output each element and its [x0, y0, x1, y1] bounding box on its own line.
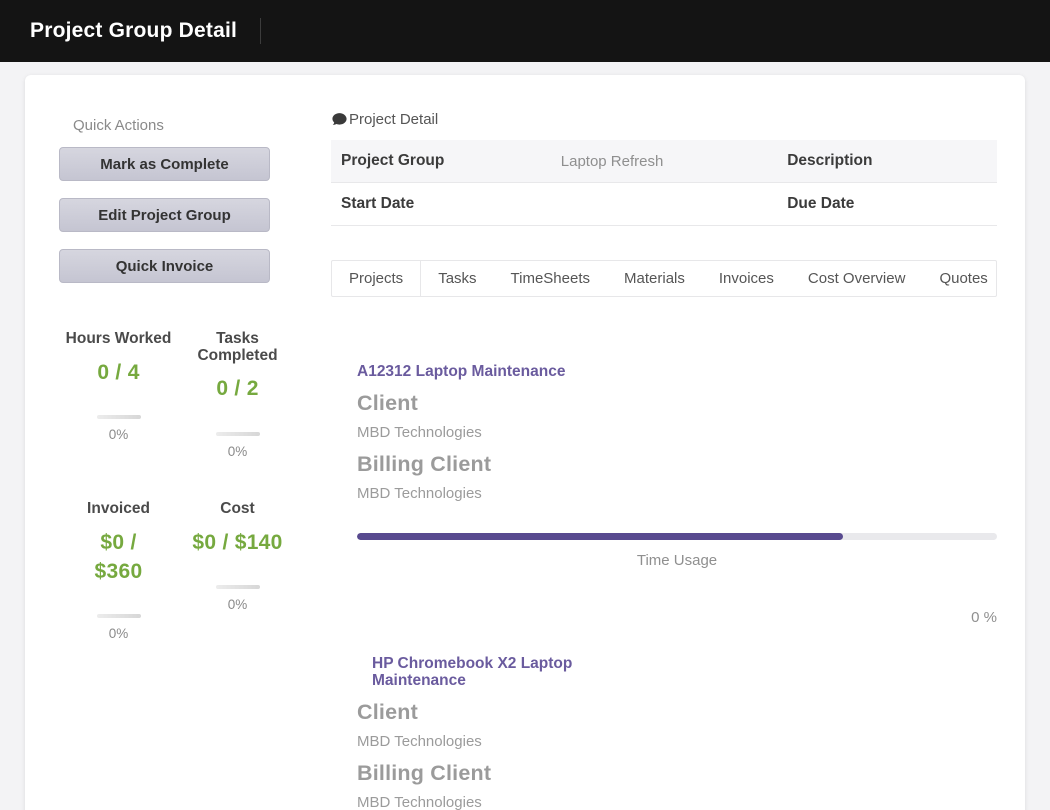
stats-grid: Hours Worked 0 / 4 0% Tasks Completed 0 … — [59, 331, 297, 641]
project-link[interactable]: A12312 Laptop Maintenance — [357, 363, 607, 380]
comment-icon — [331, 111, 348, 128]
stat-label: Hours Worked — [59, 331, 178, 348]
project-card: HP Chromebook X2 Laptop Maintenance Clie… — [357, 655, 997, 810]
client-name: MBD Technologies — [357, 424, 997, 441]
top-bar: Project Group Detail — [0, 0, 1050, 62]
progress-track — [97, 415, 141, 419]
stat-percent: 0% — [178, 444, 297, 459]
billing-client-name: MBD Technologies — [357, 794, 997, 810]
start-date-label: Start Date — [331, 183, 551, 226]
info-row-1: Project Group Laptop Refresh Description — [331, 140, 997, 183]
quick-actions-sidebar: Quick Actions Mark as Complete Edit Proj… — [25, 75, 305, 810]
tab-materials[interactable]: Materials — [607, 261, 702, 296]
tab-projects[interactable]: Projects — [332, 261, 421, 296]
quick-invoice-button[interactable]: Quick Invoice — [59, 249, 270, 283]
stat-label: Invoiced — [59, 501, 178, 518]
project-group-label: Project Group — [331, 140, 551, 183]
tab-tasks[interactable]: Tasks — [421, 261, 493, 296]
stat-invoiced: Invoiced $0 / $360 0% — [59, 501, 178, 642]
time-usage-bar — [357, 533, 997, 540]
title-divider — [260, 18, 261, 44]
client-heading: Client — [357, 391, 997, 416]
client-name: MBD Technologies — [357, 733, 997, 750]
start-date-value — [551, 183, 777, 226]
stat-percent: 0% — [178, 597, 297, 612]
progress-track — [216, 432, 260, 436]
main-card: Quick Actions Mark as Complete Edit Proj… — [25, 75, 1025, 810]
stat-label: Cost — [178, 501, 297, 518]
stat-label: Tasks Completed — [178, 331, 297, 364]
description-label: Description — [777, 140, 997, 183]
time-usage-label: Time Usage — [357, 552, 997, 569]
stat-value: 0 / 2 — [178, 374, 297, 403]
mark-as-complete-button[interactable]: Mark as Complete — [59, 147, 270, 181]
client-heading: Client — [357, 700, 997, 725]
usage-percent: 0 % — [357, 609, 997, 627]
projects-tab-panel: A12312 Laptop Maintenance Client MBD Tec… — [331, 363, 997, 810]
progress-track — [216, 585, 260, 589]
stat-hours-worked: Hours Worked 0 / 4 0% — [59, 331, 178, 459]
tab-timesheets[interactable]: TimeSheets — [494, 261, 607, 296]
stat-percent: 0% — [59, 626, 178, 641]
quick-actions-label: Quick Actions — [73, 117, 305, 134]
billing-client-name: MBD Technologies — [357, 485, 997, 502]
project-group-value: Laptop Refresh — [551, 140, 777, 183]
project-detail-title: Project Detail — [349, 111, 438, 128]
stat-tasks-completed: Tasks Completed 0 / 2 0% — [178, 331, 297, 459]
tab-cost-overview[interactable]: Cost Overview — [791, 261, 923, 296]
stat-cost: Cost $0 / $140 0% — [178, 501, 297, 642]
progress-track — [97, 614, 141, 618]
info-row-2: Start Date Due Date — [331, 183, 997, 226]
project-detail-header: Project Detail — [331, 111, 997, 128]
page-title: Project Group Detail — [30, 19, 237, 43]
due-date-label: Due Date — [777, 183, 997, 226]
tab-quotes[interactable]: Quotes — [922, 261, 1004, 296]
project-info-table: Project Group Laptop Refresh Description… — [331, 140, 997, 226]
project-link[interactable]: HP Chromebook X2 Laptop Maintenance — [357, 655, 612, 689]
billing-client-heading: Billing Client — [357, 452, 997, 477]
stat-value: $0 / $360 — [77, 528, 161, 587]
detail-tabs: Projects Tasks TimeSheets Materials Invo… — [331, 260, 997, 297]
billing-client-heading: Billing Client — [357, 761, 997, 786]
stat-value: 0 / 4 — [59, 358, 178, 387]
project-card: A12312 Laptop Maintenance Client MBD Tec… — [357, 363, 997, 627]
edit-project-group-button[interactable]: Edit Project Group — [59, 198, 270, 232]
stat-value: $0 / $140 — [178, 528, 297, 557]
stat-percent: 0% — [59, 427, 178, 442]
tab-invoices[interactable]: Invoices — [702, 261, 791, 296]
project-detail-section: Project Detail Project Group Laptop Refr… — [305, 75, 1025, 810]
time-usage-fill — [357, 533, 843, 540]
